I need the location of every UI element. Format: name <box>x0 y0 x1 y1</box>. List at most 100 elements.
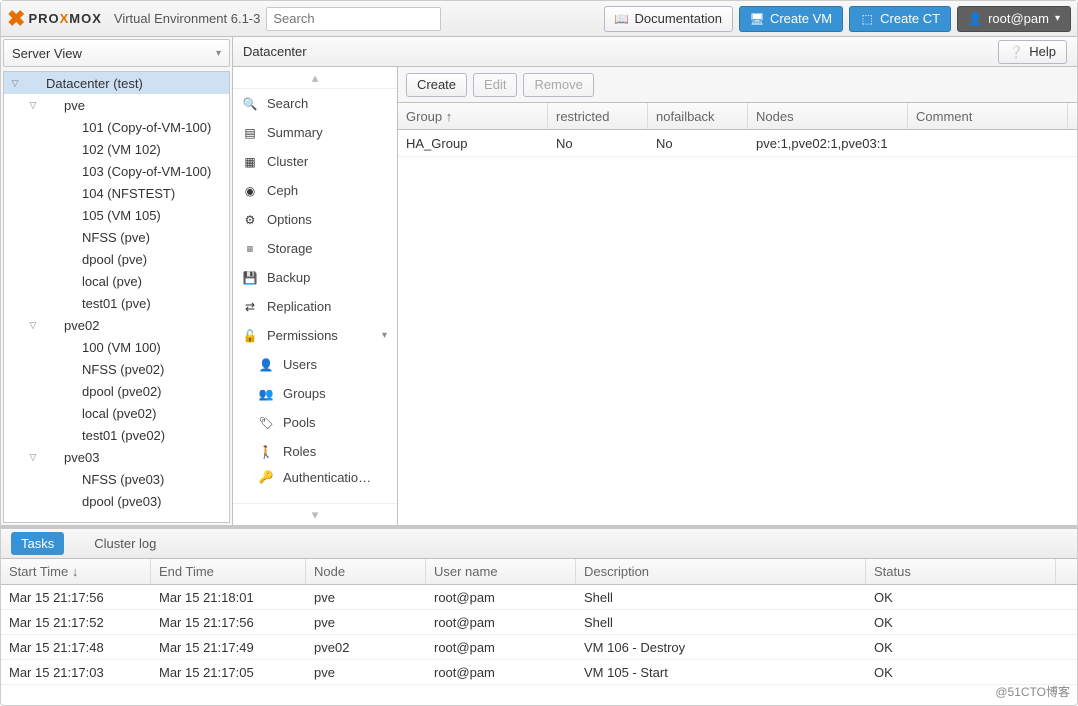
search-input[interactable] <box>266 7 441 31</box>
column-header[interactable]: Start Time ↓ <box>1 559 151 584</box>
task-header[interactable]: Start Time ↓End TimeNodeUser nameDescrip… <box>1 559 1077 585</box>
lock-icon: 🔓 <box>243 329 257 343</box>
expand-icon[interactable]: ▽ <box>10 78 20 89</box>
create-button[interactable]: Create <box>406 73 467 97</box>
remove-button[interactable]: Remove <box>523 73 593 97</box>
submenu-authentication[interactable]: 🔑Authenticatio… <box>233 466 397 484</box>
vm-off-icon <box>60 339 78 355</box>
vm-icon <box>60 141 78 157</box>
submenu-groups[interactable]: 👥Groups <box>233 379 397 408</box>
submenu-label: Search <box>267 96 308 111</box>
table-row[interactable]: Mar 15 21:17:48Mar 15 21:17:49pve02root@… <box>1 635 1077 660</box>
table-cell: OK <box>866 585 1056 609</box>
grid-header[interactable]: Group ↑restrictednofailbackNodesComment <box>398 103 1077 130</box>
tree-item-label: NFSS (pve02) <box>82 362 164 377</box>
column-header[interactable]: Group ↑ <box>398 103 548 129</box>
tree-item[interactable]: NFSS (pve03) <box>4 468 229 490</box>
column-header[interactable]: nofailback <box>648 103 748 129</box>
tree-item[interactable]: 101 (Copy-of-VM-100) <box>4 116 229 138</box>
submenu-pools[interactable]: 🏷Pools <box>233 408 397 437</box>
tree-item[interactable]: dpool (pve02) <box>4 380 229 402</box>
table-row[interactable]: Mar 15 21:17:56Mar 15 21:18:01pveroot@pa… <box>1 585 1077 610</box>
tree-item[interactable]: ▽pve02 <box>4 314 229 336</box>
table-cell: Mar 15 21:18:01 <box>151 585 306 609</box>
storage-icon <box>60 493 78 509</box>
tree-item-label: 103 (Copy-of-VM-100) <box>82 164 211 179</box>
submenu-storage[interactable]: ≡Storage <box>233 234 397 263</box>
task-body[interactable]: Mar 15 21:17:56Mar 15 21:18:01pveroot@pa… <box>1 585 1077 685</box>
submenu-backup[interactable]: 💾Backup <box>233 263 397 292</box>
grid-body[interactable]: HA_GroupNoNopve:1,pve02:1,pve03:1 <box>398 130 1077 157</box>
tree-item-label: NFSS (pve03) <box>82 472 164 487</box>
create-ct-button[interactable]: ⬚ Create CT <box>849 6 951 32</box>
vm-icon <box>60 207 78 223</box>
submenu-cluster[interactable]: ▦Cluster <box>233 147 397 176</box>
submenu-summary[interactable]: ▤Summary <box>233 118 397 147</box>
table-row[interactable]: Mar 15 21:17:52Mar 15 21:17:56pveroot@pa… <box>1 610 1077 635</box>
column-header[interactable]: Status <box>866 559 1056 584</box>
tree-item[interactable]: NFSS (pve02) <box>4 358 229 380</box>
tree-item[interactable]: 104 (NFSTEST) <box>4 182 229 204</box>
tree-item-label: Datacenter (test) <box>46 76 143 91</box>
table-row[interactable]: Mar 15 21:17:03Mar 15 21:17:05pveroot@pa… <box>1 660 1077 685</box>
column-header[interactable]: Description <box>576 559 866 584</box>
table-cell: OK <box>866 635 1056 659</box>
expand-icon[interactable]: ▽ <box>28 100 38 111</box>
tree-item[interactable]: ▽pve03 <box>4 446 229 468</box>
column-header[interactable]: Comment <box>908 103 1068 129</box>
scroll-down-icon[interactable]: ▾ <box>233 503 397 525</box>
tree-item[interactable]: 100 (VM 100) <box>4 336 229 358</box>
tree-item[interactable]: 102 (VM 102) <box>4 138 229 160</box>
column-header[interactable]: User name <box>426 559 576 584</box>
tree-item[interactable]: dpool (pve) <box>4 248 229 270</box>
resource-tree[interactable]: ▽ Datacenter (test) ▽pve101 (Copy-of-VM-10… <box>3 71 230 523</box>
tab-tasks[interactable]: Tasks <box>11 532 64 555</box>
column-header[interactable]: Node <box>306 559 426 584</box>
column-header[interactable]: End Time <box>151 559 306 584</box>
submenu-label: Storage <box>267 241 313 256</box>
submenu-replication[interactable]: ⇄Replication <box>233 292 397 321</box>
tree-item[interactable]: test01 (pve02) <box>4 424 229 446</box>
help-button[interactable]: ❔ Help <box>998 40 1067 64</box>
create-vm-button[interactable]: 🖥 Create VM <box>739 6 843 32</box>
table-row[interactable]: HA_GroupNoNopve:1,pve02:1,pve03:1 <box>398 130 1077 157</box>
tree-item[interactable]: NFSS (pve) <box>4 226 229 248</box>
scroll-up-icon[interactable]: ▴ <box>233 67 397 89</box>
table-cell: Mar 15 21:17:03 <box>1 660 151 684</box>
chevron-down-icon: ▾ <box>1055 13 1060 24</box>
submenu-options[interactable]: ⚙Options <box>233 205 397 234</box>
documentation-button[interactable]: 📖 Documentation <box>604 6 733 32</box>
expand-icon[interactable]: ▽ <box>28 320 38 331</box>
submenu-roles[interactable]: 🚶Roles <box>233 437 397 466</box>
tree-item[interactable]: dpool (pve03) <box>4 490 229 512</box>
tree-item-label: dpool (pve) <box>82 252 147 267</box>
tree-item[interactable]: ▽pve <box>4 94 229 116</box>
tree-item[interactable]: 103 (Copy-of-VM-100) <box>4 160 229 182</box>
logo: ✖ PROXMOX <box>7 6 102 32</box>
role-icon: 🚶 <box>259 445 273 459</box>
version-label: Virtual Environment 6.1-3 <box>114 11 260 26</box>
tree-item[interactable]: test01 (pve) <box>4 292 229 314</box>
expand-icon[interactable]: ▽ <box>28 452 38 463</box>
grid-toolbar: Create Edit Remove <box>398 67 1077 103</box>
tab-cluster-log[interactable]: Cluster log <box>84 532 166 555</box>
tree-item[interactable]: local (pve) <box>4 270 229 292</box>
user-icon: 👤 <box>259 358 273 372</box>
tree-item[interactable]: ▽ Datacenter (test) <box>4 72 229 94</box>
tree-item[interactable]: local (pve02) <box>4 402 229 424</box>
submenu-users[interactable]: 👤Users <box>233 350 397 379</box>
submenu-search[interactable]: 🔍Search <box>233 89 397 118</box>
submenu-ceph[interactable]: ◉Ceph <box>233 176 397 205</box>
tree-item[interactable]: 105 (VM 105) <box>4 204 229 226</box>
tree-item-label: local (pve) <box>82 274 142 289</box>
column-header[interactable]: restricted <box>548 103 648 129</box>
edit-button[interactable]: Edit <box>473 73 517 97</box>
content-main: Create Edit Remove Group ↑restrictednofa… <box>398 67 1077 525</box>
table-cell: Shell <box>576 610 866 634</box>
submenu-permissions[interactable]: 🔓Permissions▾ <box>233 321 397 350</box>
view-selector[interactable]: Server View ▾ <box>3 39 230 67</box>
table-cell: Mar 15 21:17:56 <box>151 610 306 634</box>
column-header[interactable]: Nodes <box>748 103 908 129</box>
table-cell: pve <box>306 610 426 634</box>
user-menu-button[interactable]: 👤 root@pam ▾ <box>957 6 1071 32</box>
